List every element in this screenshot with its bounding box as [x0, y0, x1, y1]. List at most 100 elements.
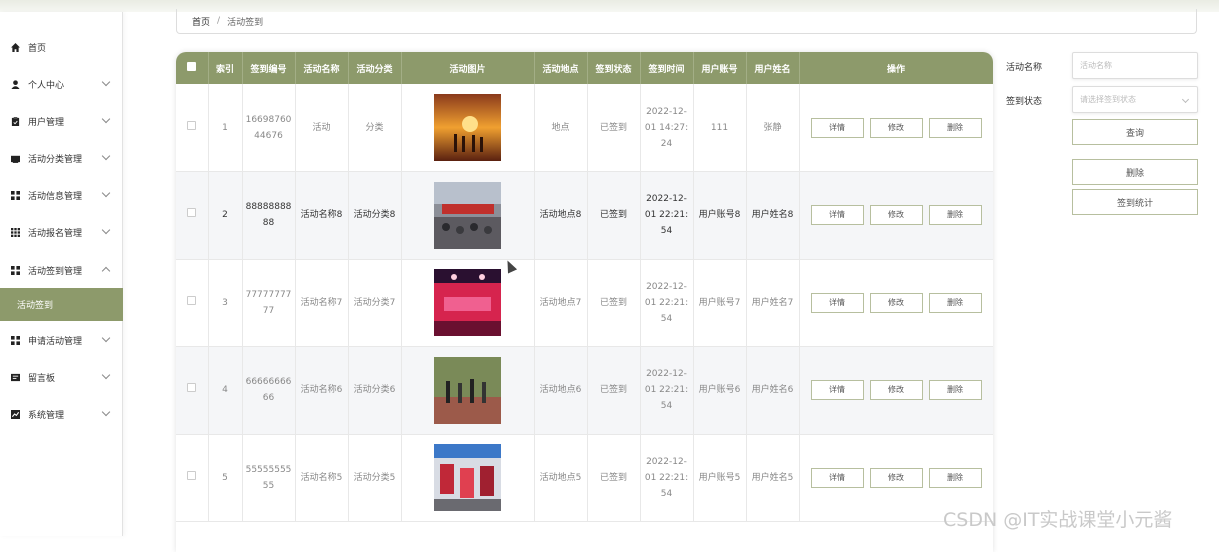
row-checkbox[interactable]: [187, 208, 197, 218]
row-checkbox[interactable]: [187, 470, 197, 480]
sidebar: 首页 个人中心 用户管理 活动分类管理 活动信息管理 活动报名管理 活动签到管理…: [0, 12, 123, 536]
chevron-down-icon: [101, 225, 111, 235]
edit-button[interactable]: 修改: [869, 467, 923, 488]
row-checkbox[interactable]: [187, 120, 197, 130]
sidebar-item-checkin-manage[interactable]: 活动签到管理: [0, 252, 123, 288]
row-select-cell: [176, 171, 209, 260]
sidebar-item-category[interactable]: 活动分类管理: [0, 140, 123, 176]
chevron-down-icon: [1181, 95, 1190, 104]
cell-place: 活动地点8: [534, 171, 588, 260]
row-checkbox[interactable]: [187, 383, 197, 393]
cell-status: 已签到: [587, 434, 641, 522]
cell-account: 用户账号8: [693, 171, 747, 260]
cell-category: 分类: [348, 84, 402, 172]
sidebar-item-message[interactable]: 留言板: [0, 359, 123, 395]
cell-status: 已签到: [587, 259, 641, 347]
edit-button[interactable]: 修改: [869, 117, 923, 138]
detail-button[interactable]: 详情: [810, 205, 864, 226]
header-time: 签到时间: [640, 52, 694, 84]
cell-image: [401, 259, 535, 347]
chevron-down-icon: [101, 151, 111, 161]
edit-button[interactable]: 修改: [869, 205, 923, 226]
cell-index: 1: [208, 84, 243, 172]
cell-status: 已签到: [587, 84, 641, 172]
name-label: 活动名称: [1006, 63, 1043, 73]
delete-row-button[interactable]: 删除: [928, 292, 982, 313]
cell-time: 2022-12-01 14:27:24: [640, 84, 694, 172]
activity-image: [434, 94, 501, 161]
cell-actions: 详情 修改 删除: [799, 346, 993, 435]
sidebar-item-checkin[interactable]: 活动签到: [0, 288, 123, 321]
cell-status: 已签到: [587, 171, 641, 260]
table-row: 3 7777777777 活动名称7 活动分类7 活动地点7 已签到 2022-12-01 …: [176, 259, 993, 347]
table-row: 5 5555555555 活动名称5 活动分类5 活动地点5 已签到 2022-12-01 …: [176, 434, 993, 522]
header-status: 签到状态: [587, 52, 641, 84]
cell-index: 4: [208, 346, 243, 435]
cell-username: 用户姓名5: [746, 434, 800, 522]
activity-name-input[interactable]: 活动名称: [1072, 52, 1198, 79]
sidebar-item-apply[interactable]: 申请活动管理: [0, 322, 123, 358]
grid9-icon: [11, 227, 20, 237]
sidebar-item-profile[interactable]: 个人中心: [0, 66, 123, 102]
folder-icon: [11, 155, 20, 163]
sidebar-item-label: 个人中心: [28, 80, 65, 91]
delete-button[interactable]: 删除: [1072, 159, 1198, 185]
sidebar-item-registration[interactable]: 活动报名管理: [0, 214, 123, 250]
cell-time: 2022-12-01 22:21:54: [640, 259, 694, 347]
delete-row-button[interactable]: 删除: [928, 117, 982, 138]
grid-icon: [11, 190, 20, 200]
cell-code: 6666666666: [242, 346, 296, 435]
cell-place: 地点: [534, 84, 588, 172]
select-all-checkbox[interactable]: [187, 62, 197, 71]
edit-button[interactable]: 修改: [869, 292, 923, 313]
sidebar-item-system[interactable]: 系统管理: [0, 396, 123, 432]
sidebar-item-label: 系统管理: [28, 410, 65, 421]
activity-image: [434, 181, 501, 249]
sidebar-item-activity-info[interactable]: 活动信息管理: [0, 177, 123, 213]
cell-actions: 详情 修改 删除: [799, 259, 993, 347]
cell-image: [401, 84, 535, 172]
delete-row-button[interactable]: 删除: [928, 205, 982, 226]
activity-name-placeholder: 活动名称: [1080, 61, 1112, 70]
table-row: 1 1669876044676 活动 分类 地点 已签到 2022-12-01 14:27:…: [176, 84, 993, 172]
delete-row-button[interactable]: 删除: [928, 380, 982, 401]
header-image: 活动图片: [401, 52, 535, 84]
home-icon: [11, 42, 20, 52]
sidebar-item-label: 活动分类管理: [28, 154, 83, 165]
detail-button[interactable]: 详情: [810, 380, 864, 401]
sidebar-item-label: 活动签到管理: [28, 266, 83, 277]
sidebar-item-label: 首页: [28, 43, 47, 54]
data-table: 索引 签到编号 活动名称 活动分类 活动图片 活动地点 签到状态 签到时间 用户…: [176, 52, 993, 552]
cell-place: 活动地点5: [534, 434, 588, 522]
detail-button[interactable]: 详情: [810, 467, 864, 488]
chevron-down-icon: [101, 77, 111, 87]
status-select[interactable]: 请选择签到状态: [1072, 86, 1198, 113]
cell-account: 用户账号5: [693, 434, 747, 522]
cell-code: 7777777777: [242, 259, 296, 347]
sidebar-item-users[interactable]: 用户管理: [0, 103, 123, 139]
detail-button[interactable]: 详情: [810, 292, 864, 313]
cell-username: 用户姓名6: [746, 346, 800, 435]
row-checkbox[interactable]: [187, 295, 197, 305]
grid-icon: [11, 265, 20, 275]
clipboard-icon: [11, 116, 20, 126]
header-account: 用户账号: [693, 52, 747, 84]
cell-status: 已签到: [587, 346, 641, 435]
detail-button[interactable]: 详情: [810, 117, 864, 138]
select-all-header: [176, 52, 209, 84]
checkin-stats-button[interactable]: 签到统计: [1072, 189, 1198, 215]
cell-time: 2022-12-01 22:21:54: [640, 346, 694, 435]
breadcrumb-separator: /: [217, 16, 221, 26]
row-select-cell: [176, 84, 209, 172]
delete-row-button[interactable]: 删除: [928, 467, 982, 488]
edit-button[interactable]: 修改: [869, 380, 923, 401]
query-button[interactable]: 查询: [1072, 119, 1198, 145]
row-select-cell: [176, 346, 209, 435]
cell-index: 5: [208, 434, 243, 522]
sidebar-item-home[interactable]: 首页: [0, 29, 123, 65]
cell-category: 活动分类8: [348, 171, 402, 260]
cell-place: 活动地点6: [534, 346, 588, 435]
breadcrumb-home[interactable]: 首页: [192, 15, 210, 28]
activity-image: [434, 269, 501, 337]
header-index: 索引: [208, 52, 243, 84]
